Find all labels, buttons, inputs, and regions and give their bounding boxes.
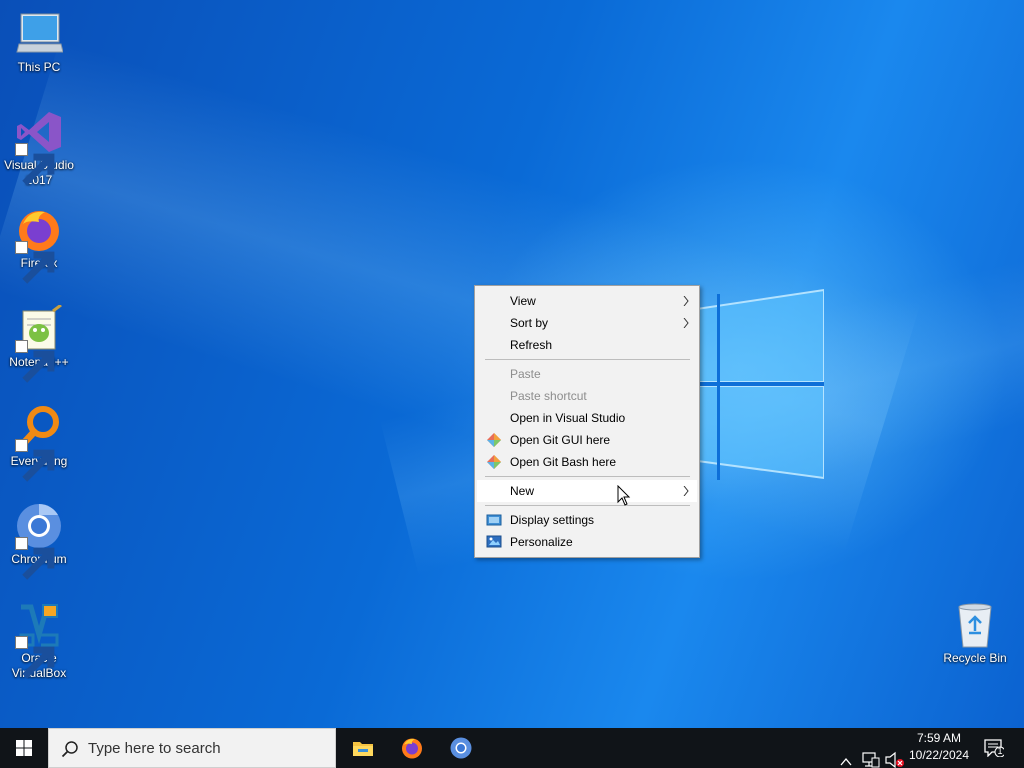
firefox-icon — [15, 206, 63, 284]
chevron-right-icon — [683, 318, 689, 328]
notification-count-badge: 1 — [997, 746, 1003, 756]
search-placeholder: Type here to search — [88, 740, 221, 757]
menu-separator — [485, 359, 690, 360]
network-icon[interactable] — [862, 740, 880, 768]
taskbar: Type here to search 7:59 AM 10/22/2024 1 — [0, 728, 1024, 768]
desktop-icon-recycle-bin[interactable]: Recycle Bin — [936, 601, 1014, 666]
menu-item-open-git-bash[interactable]: Open Git Bash here — [477, 451, 697, 473]
menu-item-paste-shortcut[interactable]: Paste shortcut — [477, 385, 697, 407]
desktop-context-menu: View Sort by Refresh Paste Paste shortcu… — [474, 285, 700, 558]
desktop-icon-notepad-plus-plus[interactable]: Notepad++ — [0, 305, 78, 383]
desktop-icon-label: This PC — [17, 60, 61, 74]
desktop-icon-label: Recycle Bin — [943, 651, 1007, 665]
menu-item-personalize[interactable]: Personalize — [477, 531, 697, 553]
desktop-icon-everything[interactable]: Everything — [0, 404, 78, 482]
start-button[interactable] — [0, 728, 48, 768]
show-hidden-icons-chevron-up-icon[interactable] — [840, 742, 852, 768]
computer-icon — [15, 10, 63, 58]
desktop-icon-chromium[interactable]: Chromium — [0, 502, 78, 580]
clock-time: 7:59 AM — [916, 731, 962, 745]
search-icon — [61, 741, 78, 758]
recycle-bin-icon — [951, 601, 999, 649]
chevron-right-icon — [683, 486, 689, 496]
menu-item-open-git-gui[interactable]: Open Git GUI here — [477, 429, 697, 451]
taskbar-file-explorer[interactable] — [339, 728, 387, 768]
chromium-icon — [15, 502, 63, 580]
taskbar-chromium[interactable] — [437, 728, 485, 768]
menu-item-refresh[interactable]: Refresh — [477, 334, 697, 356]
desktop-icon-visual-studio[interactable]: Visual Studio 2017 — [0, 108, 78, 188]
menu-separator — [485, 476, 690, 477]
mouse-cursor-icon — [617, 485, 631, 506]
shortcut-arrow-icon — [15, 537, 55, 580]
menu-separator — [485, 505, 690, 506]
desktop-icon-firefox[interactable]: Firefox — [0, 206, 78, 284]
menu-item-open-in-visual-studio[interactable]: Open in Visual Studio — [477, 407, 697, 429]
menu-item-new[interactable]: New — [477, 480, 697, 502]
menu-item-view[interactable]: View — [477, 290, 697, 312]
shortcut-arrow-icon — [15, 143, 55, 186]
menu-item-display-settings[interactable]: Display settings — [477, 509, 697, 531]
display-settings-icon — [486, 514, 502, 526]
git-icon — [487, 433, 501, 447]
everything-search-icon — [15, 404, 63, 482]
firefox-icon — [402, 738, 422, 759]
git-icon — [487, 455, 501, 469]
taskbar-firefox[interactable] — [388, 728, 436, 768]
desktop-icon-this-pc[interactable]: This PC — [0, 10, 78, 75]
chromium-icon — [450, 737, 472, 759]
menu-item-sort-by[interactable]: Sort by — [477, 312, 697, 334]
personalize-icon — [486, 535, 502, 548]
notepad-plus-plus-icon — [15, 305, 63, 383]
taskbar-clock[interactable]: 7:59 AM 10/22/2024 — [902, 730, 976, 764]
shortcut-arrow-icon — [15, 241, 55, 284]
file-explorer-icon — [353, 742, 373, 756]
shortcut-arrow-icon — [15, 340, 55, 383]
shortcut-arrow-icon — [15, 439, 55, 482]
chevron-right-icon — [683, 296, 689, 306]
windows-logo-wallpaper — [690, 288, 824, 480]
windows-start-icon — [16, 740, 32, 756]
menu-item-paste[interactable]: Paste — [477, 363, 697, 385]
shortcut-arrow-icon — [15, 636, 55, 679]
desktop-icon-virtualbox[interactable]: Oracle VirtualBox — [0, 601, 78, 681]
action-center-button[interactable]: 1 — [980, 728, 1008, 768]
virtualbox-icon — [15, 601, 63, 679]
visual-studio-icon — [15, 108, 63, 186]
taskbar-search-box[interactable]: Type here to search — [48, 728, 336, 768]
clock-date: 10/22/2024 — [908, 748, 970, 762]
